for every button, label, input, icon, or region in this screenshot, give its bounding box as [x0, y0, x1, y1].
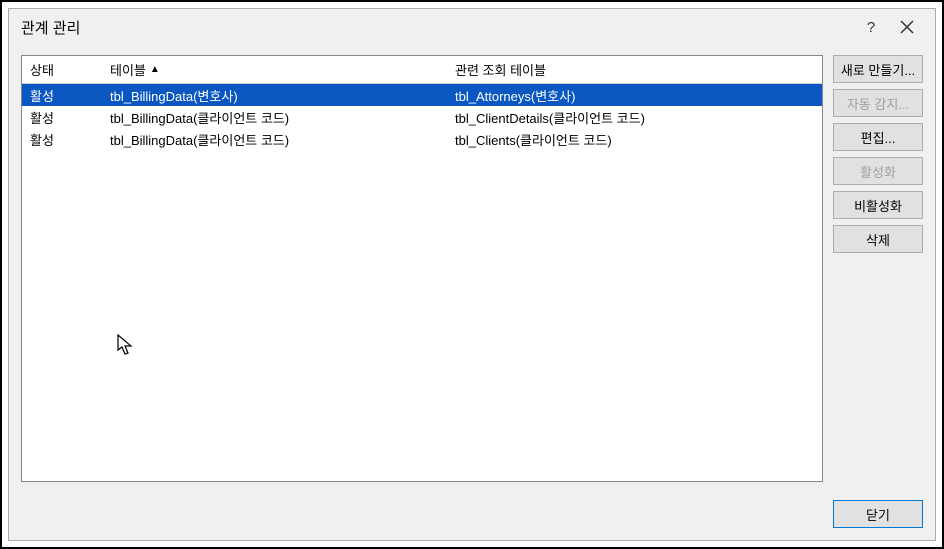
column-header-table[interactable]: 테이블 ▲: [102, 56, 447, 83]
cell-table: tbl_BillingData(변호사): [102, 86, 447, 105]
cell-status: 활성: [22, 130, 102, 149]
cell-related: tbl_ClientDetails(클라이언트 코드): [447, 108, 822, 127]
column-header-table-label: 테이블: [110, 60, 146, 79]
column-header-related-label: 관련 조회 테이블: [455, 60, 546, 79]
column-header-related[interactable]: 관련 조회 테이블: [447, 56, 822, 83]
cell-status: 활성: [22, 108, 102, 127]
mouse-cursor-icon: [117, 334, 135, 361]
footer: 닫기: [9, 492, 935, 540]
cell-table: tbl_BillingData(클라이언트 코드): [102, 108, 447, 127]
activate-button[interactable]: 활성화: [833, 157, 923, 185]
table-row[interactable]: 활성tbl_BillingData(클라이언트 코드)tbl_Clients(클…: [22, 128, 822, 150]
content-area: 상태 테이블 ▲ 관련 조회 테이블 활성tbl_BillingData(변호사…: [9, 45, 935, 492]
delete-button[interactable]: 삭제: [833, 225, 923, 253]
autodetect-button[interactable]: 자동 감지...: [833, 89, 923, 117]
table-header: 상태 테이블 ▲ 관련 조회 테이블: [22, 56, 822, 84]
titlebar: 관계 관리 ?: [9, 9, 935, 45]
close-button[interactable]: 닫기: [833, 500, 923, 528]
table-body: 활성tbl_BillingData(변호사)tbl_Attorneys(변호사)…: [22, 84, 822, 481]
close-icon[interactable]: [889, 20, 925, 34]
sort-ascending-icon: ▲: [150, 64, 160, 75]
side-buttons: 새로 만들기... 자동 감지... 편집... 활성화 비활성화 삭제: [833, 55, 923, 482]
manage-relationships-dialog: 관계 관리 ? 상태 테이블 ▲ 관련 조회 테이블: [8, 8, 936, 541]
cell-related: tbl_Attorneys(변호사): [447, 86, 822, 105]
help-button[interactable]: ?: [853, 19, 889, 36]
table-row[interactable]: 활성tbl_BillingData(클라이언트 코드)tbl_ClientDet…: [22, 106, 822, 128]
dialog-title: 관계 관리: [21, 17, 853, 38]
column-header-status-label: 상태: [30, 60, 54, 79]
relationships-table: 상태 테이블 ▲ 관련 조회 테이블 활성tbl_BillingData(변호사…: [21, 55, 823, 482]
table-row[interactable]: 활성tbl_BillingData(변호사)tbl_Attorneys(변호사): [22, 84, 822, 106]
column-header-status[interactable]: 상태: [22, 56, 102, 83]
cell-related: tbl_Clients(클라이언트 코드): [447, 130, 822, 149]
cell-table: tbl_BillingData(클라이언트 코드): [102, 130, 447, 149]
cell-status: 활성: [22, 86, 102, 105]
deactivate-button[interactable]: 비활성화: [833, 191, 923, 219]
new-button[interactable]: 새로 만들기...: [833, 55, 923, 83]
edit-button[interactable]: 편집...: [833, 123, 923, 151]
